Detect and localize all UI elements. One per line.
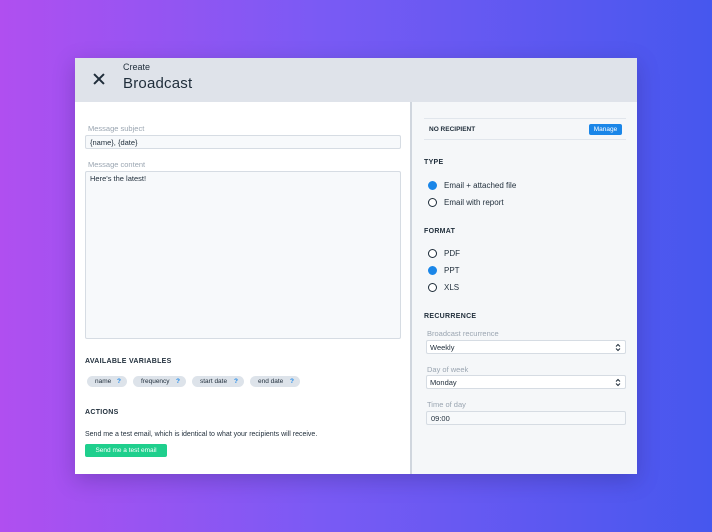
help-icon[interactable]: ? bbox=[176, 376, 180, 387]
message-content-label: Message content bbox=[88, 160, 146, 169]
radio-unchecked-icon[interactable] bbox=[428, 198, 437, 207]
message-subject-label: Message subject bbox=[88, 124, 145, 133]
chip-label: start date bbox=[200, 378, 228, 385]
broadcast-recurrence-label: Broadcast recurrence bbox=[427, 329, 499, 338]
time-of-day-input[interactable] bbox=[426, 411, 626, 425]
variable-chip-frequency[interactable]: frequency ? bbox=[133, 376, 186, 387]
modal-header: Create Broadcast bbox=[75, 58, 637, 102]
radio-label: PDF bbox=[444, 249, 460, 258]
radio-label: PPT bbox=[444, 266, 460, 275]
radio-checked-icon[interactable] bbox=[428, 266, 437, 275]
day-of-week-label: Day of week bbox=[427, 365, 469, 374]
day-of-week-select[interactable]: Monday bbox=[426, 375, 626, 389]
variable-chip-end-date[interactable]: end date ? bbox=[250, 376, 300, 387]
header-kicker: Create bbox=[123, 62, 151, 72]
send-test-email-button[interactable]: Send me a test email bbox=[85, 444, 167, 457]
help-icon[interactable]: ? bbox=[117, 376, 121, 387]
recipient-label: NO RECIPIENT bbox=[429, 126, 476, 133]
time-of-day-label: Time of day bbox=[427, 400, 466, 409]
chip-label: name bbox=[95, 378, 112, 385]
actions-heading: ACTIONS bbox=[85, 409, 119, 416]
radio-label: Email + attached file bbox=[444, 181, 517, 190]
message-content-textarea[interactable]: Here's the latest! bbox=[85, 171, 401, 339]
message-subject-input[interactable] bbox=[85, 135, 401, 149]
format-heading: FORMAT bbox=[424, 228, 456, 235]
chevron-updown-icon bbox=[615, 378, 621, 387]
radio-unchecked-icon[interactable] bbox=[428, 249, 437, 258]
type-heading: TYPE bbox=[424, 159, 444, 166]
radio-unchecked-icon[interactable] bbox=[428, 283, 437, 292]
variable-chip-start-date[interactable]: start date ? bbox=[192, 376, 244, 387]
radio-label: XLS bbox=[444, 283, 460, 292]
manage-button[interactable]: Manage bbox=[589, 124, 622, 135]
radio-label: Email with report bbox=[444, 198, 504, 207]
page-title: Broadcast bbox=[123, 75, 193, 92]
recipient-row: NO RECIPIENT Manage bbox=[424, 118, 626, 140]
help-icon[interactable]: ? bbox=[290, 376, 294, 387]
available-variables-heading: AVAILABLE VARIABLES bbox=[85, 358, 172, 365]
recurrence-heading: RECURRENCE bbox=[424, 313, 477, 320]
actions-description: Send me a test email, which is identical… bbox=[85, 431, 318, 438]
variable-chip-name[interactable]: name ? bbox=[87, 376, 127, 387]
select-value: Monday bbox=[430, 378, 457, 387]
broadcast-recurrence-select[interactable]: Weekly bbox=[426, 340, 626, 354]
settings-panel: NO RECIPIENT Manage TYPE Email + attache… bbox=[412, 102, 637, 474]
close-icon[interactable] bbox=[92, 72, 106, 86]
select-value: Weekly bbox=[430, 343, 455, 352]
chip-label: end date bbox=[258, 378, 284, 385]
help-icon[interactable]: ? bbox=[234, 376, 238, 387]
chevron-updown-icon bbox=[615, 343, 621, 352]
radio-checked-icon[interactable] bbox=[428, 181, 437, 190]
chip-label: frequency bbox=[141, 378, 170, 385]
